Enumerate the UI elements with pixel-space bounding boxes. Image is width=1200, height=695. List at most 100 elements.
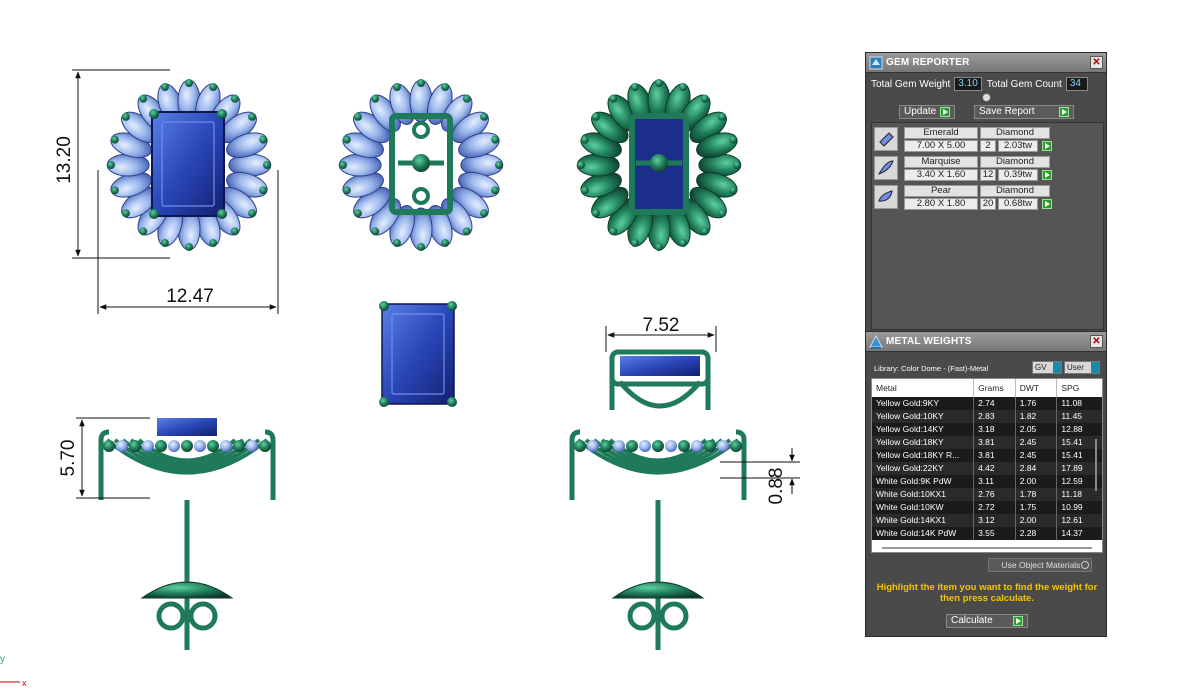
metal-cell-grams: 3.12 <box>974 514 1016 527</box>
user-select-value: User <box>1067 363 1084 372</box>
toggle-icon <box>1081 561 1089 569</box>
prong-bead <box>679 83 688 92</box>
metal-row[interactable]: White Gold:10KX1 2.76 1.78 11.18 <box>872 488 1102 501</box>
metal-cell-metal: Yellow Gold:18KY R... <box>872 449 975 462</box>
col-metal[interactable]: Metal <box>872 379 975 397</box>
gem-size: 7.00 X 5.00 <box>904 140 978 152</box>
gem-list: Emerald Diamond 7.00 X 5.00 2 2.03tw Mar… <box>871 122 1104 330</box>
metal-cell-spg: 10.99 <box>1061 502 1083 512</box>
cad-viewport[interactable]: 13.20 12.47 7.52 5.70 0.88 x y <box>0 0 860 695</box>
prong-bead <box>495 161 503 169</box>
metal-row[interactable]: White Gold:14K PdW 3.55 2.28 14.37 <box>872 527 1102 540</box>
save-report-button[interactable]: Save Report <box>974 105 1074 119</box>
prong-bead <box>371 227 380 236</box>
prong-bead <box>342 135 351 144</box>
unit-select-value: GV <box>1035 363 1047 372</box>
metal-row[interactable]: Yellow Gold:18KY 3.81 2.45 15.41 <box>872 436 1102 449</box>
gem-row[interactable]: Pear Diamond 2.80 X 1.80 20 0.68tw <box>874 184 1084 211</box>
emerald-stone <box>151 111 225 217</box>
prong-bead <box>491 186 500 195</box>
metal-cell-dwt: 2.00 <box>1016 514 1058 527</box>
prong-bead <box>392 238 401 247</box>
action-row: Update Save Report <box>899 105 1074 119</box>
horizontal-scrollbar[interactable] <box>882 547 1092 549</box>
metal-cell-grams: 4.42 <box>974 462 1016 475</box>
calculate-button[interactable]: Calculate <box>946 614 1028 628</box>
dim-stone-width: 7.52 <box>643 315 680 336</box>
col-spg[interactable]: SPG <box>1057 379 1102 397</box>
splitter-handle[interactable] <box>982 93 991 102</box>
prong-bead <box>339 161 347 169</box>
metal-cell-dwt: 1.76 <box>1016 397 1058 410</box>
metal-cell-metal: White Gold:9K PdW <box>872 475 975 488</box>
prong-bead <box>139 227 148 236</box>
prong-bead <box>121 209 130 218</box>
use-object-materials-button[interactable]: Use Object Materials <box>988 558 1092 572</box>
metal-row[interactable]: Yellow Gold:9KY 2.74 1.76 11.08 <box>872 397 1102 410</box>
gem-shape: Marquise <box>904 156 978 168</box>
prong-bead <box>110 186 119 195</box>
total-count-label: Total Gem Count <box>986 78 1062 90</box>
prong-bead <box>729 135 738 144</box>
gem-qty: 12 <box>980 169 996 181</box>
metal-cell-metal: White Gold:14K PdW <box>872 527 975 540</box>
prong-bead <box>591 112 600 121</box>
gem-qty: 2 <box>980 140 996 152</box>
metal-cell-spg: 12.61 <box>1061 515 1083 525</box>
unit-select[interactable]: GV <box>1032 361 1062 374</box>
play-icon[interactable] <box>1042 170 1052 180</box>
user-select[interactable]: User <box>1064 361 1100 374</box>
play-icon[interactable] <box>1042 141 1052 151</box>
gem-reporter-titlebar[interactable]: GEM REPORTER ✕ <box>866 53 1106 73</box>
metal-cell-dwt: 2.00 <box>1016 475 1058 488</box>
metal-cell-grams: 2.76 <box>974 488 1016 501</box>
metal-table-header: Metal Grams DWT SPG <box>872 379 1102 397</box>
prong-bead <box>718 112 727 121</box>
prong-bead <box>353 209 362 218</box>
metal-row[interactable]: White Gold:9K PdW 3.11 2.00 12.59 <box>872 475 1102 488</box>
prong-bead <box>417 243 425 251</box>
library-label: Library: Color Dome - (Fast)-Metal <box>874 364 989 373</box>
update-button-label: Update <box>904 106 937 117</box>
metal-row[interactable]: Yellow Gold:10KY 2.83 1.82 11.45 <box>872 410 1102 423</box>
metal-row[interactable]: Yellow Gold:18KY R... 3.81 2.45 15.41 <box>872 449 1102 462</box>
gem-reporter-icon <box>866 53 886 73</box>
metal-row[interactable]: Yellow Gold:14KY 3.18 2.05 12.88 <box>872 423 1102 436</box>
prong-bead <box>160 83 169 92</box>
play-icon <box>1059 107 1069 117</box>
gem-row[interactable]: Emerald Diamond 7.00 X 5.00 2 2.03tw <box>874 126 1084 153</box>
metal-cell-metal: White Gold:10KW <box>872 501 975 514</box>
close-icon[interactable]: ✕ <box>1090 56 1103 69</box>
prong-bead <box>185 79 193 87</box>
vertical-scrollbar[interactable] <box>1095 439 1097 491</box>
metal-row[interactable]: Yellow Gold:22KY 4.42 2.84 17.89 <box>872 462 1102 475</box>
metal-row[interactable]: White Gold:14KX1 3.12 2.00 12.61 <box>872 514 1102 527</box>
dim-top-height: 13.20 <box>54 136 75 184</box>
prong-bead <box>700 94 709 103</box>
prong-bead <box>417 79 425 87</box>
gem-weight: 2.03tw <box>998 140 1038 152</box>
prong-bead <box>480 112 489 121</box>
update-button[interactable]: Update <box>899 105 955 119</box>
gem-row[interactable]: Marquise Diamond 3.40 X 1.60 12 0.39tw <box>874 155 1084 182</box>
axis-x-label: x <box>22 678 27 688</box>
metal-cell-metal: White Gold:14KX1 <box>872 514 975 527</box>
metal-cell-metal: Yellow Gold:14KY <box>872 423 975 436</box>
calculate-label: Calculate <box>951 615 993 626</box>
gem-size: 2.80 X 1.80 <box>904 198 978 210</box>
metal-row[interactable]: White Gold:10KW 2.72 1.75 10.99 <box>872 501 1102 514</box>
play-icon <box>1013 616 1023 626</box>
play-icon[interactable] <box>1042 199 1052 209</box>
dim-side-height: 5.70 <box>58 440 79 477</box>
col-grams[interactable]: Grams <box>974 379 1016 397</box>
metal-cell-metal: Yellow Gold:18KY <box>872 436 975 449</box>
metal-weights-titlebar[interactable]: METAL WEIGHTS ✕ <box>866 332 1106 352</box>
prong-bead <box>441 238 450 247</box>
col-dwt[interactable]: DWT <box>1016 379 1058 397</box>
metal-cell-spg: 12.88 <box>1061 424 1083 434</box>
metal-cell-dwt: 2.45 <box>1016 449 1058 462</box>
metal-cell-grams: 2.72 <box>974 501 1016 514</box>
side-view-left <box>98 418 276 650</box>
close-icon[interactable]: ✕ <box>1090 335 1103 348</box>
side-view-right <box>569 429 747 650</box>
